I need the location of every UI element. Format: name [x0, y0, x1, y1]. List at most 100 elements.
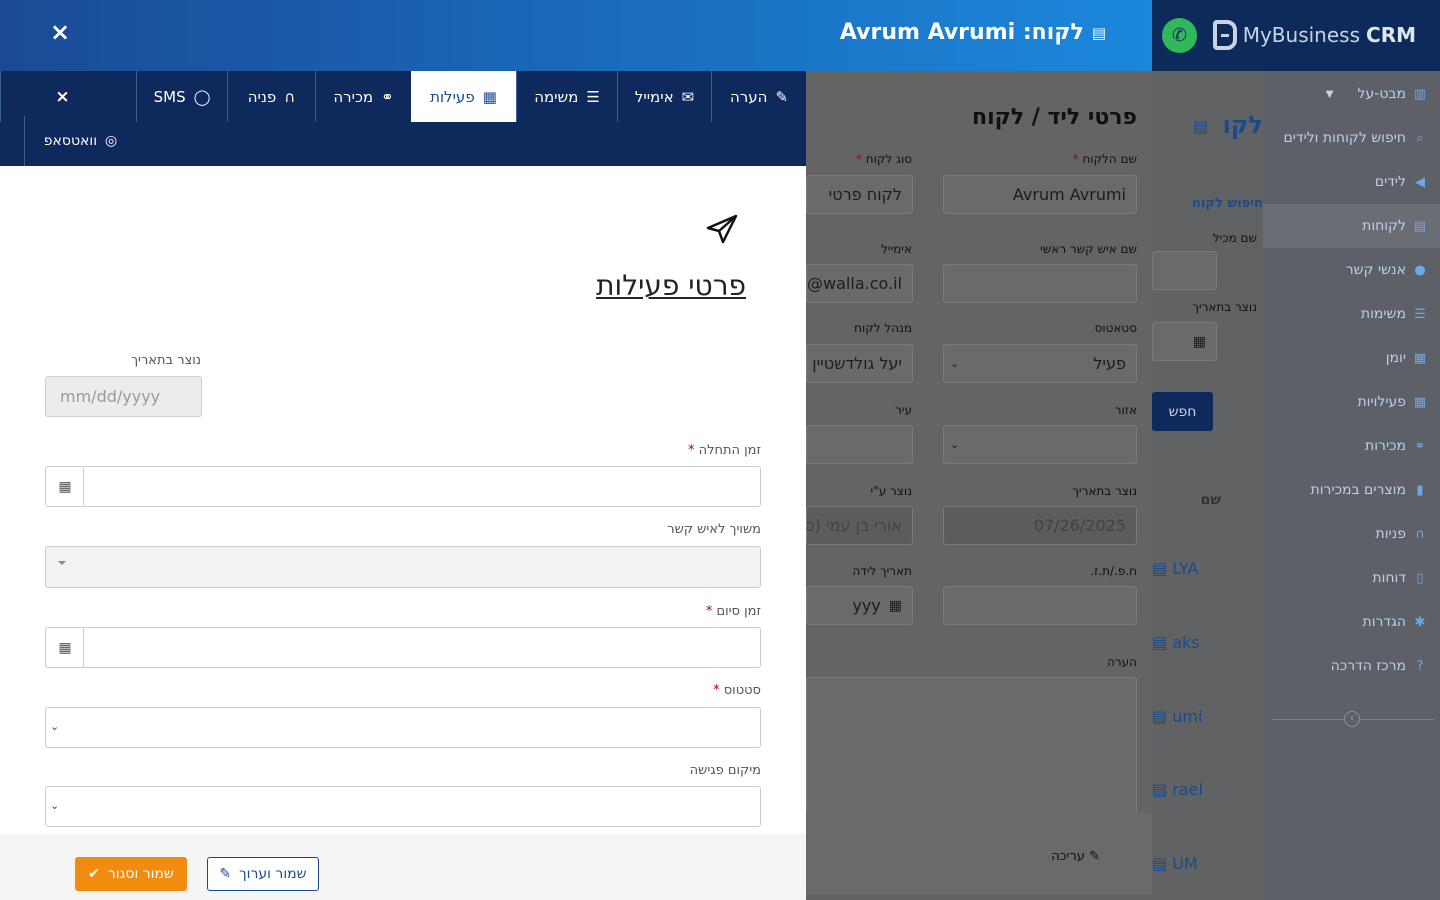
- start-time-input[interactable]: [83, 466, 761, 507]
- question-icon: ?: [1416, 658, 1424, 674]
- bar-chart-icon: ▥: [1413, 86, 1427, 102]
- start-calendar-button[interactable]: ▦: [45, 466, 84, 507]
- building-icon: ▤: [1152, 707, 1168, 726]
- sidebar-item-overview[interactable]: ▥ מבט-על ▼: [1322, 86, 1428, 102]
- main-contact-field[interactable]: [943, 264, 1137, 303]
- edit-link[interactable]: ✎ עריכה: [1051, 849, 1100, 864]
- building-icon: ▤: [1152, 854, 1168, 873]
- tab-note[interactable]: ✎ הערה: [711, 71, 806, 122]
- sidebar-item-activities[interactable]: ▦ פעילויות: [1357, 394, 1428, 410]
- status-select[interactable]: פעיל ⌄: [943, 344, 1137, 383]
- search-date-label: נוצר בתאריך: [1192, 300, 1257, 314]
- list-icon: ☰: [1414, 306, 1426, 322]
- start-time-label: זמן התחלה *: [687, 443, 761, 458]
- end-time-input[interactable]: [83, 627, 761, 668]
- customer-name-label: שם הלקוח *: [1072, 152, 1137, 166]
- tab-task[interactable]: ☰ משימה: [516, 71, 617, 122]
- sidebar-item-contacts[interactable]: ● אנשי קשר: [1346, 262, 1428, 278]
- sidebar-item-tasks[interactable]: ☰ משימות: [1361, 306, 1428, 322]
- table-row[interactable]: LYA ▤: [1152, 559, 1198, 578]
- id-label: ח.פ./ת.ז.: [1090, 564, 1137, 578]
- sidebar-item-label: לידים: [1374, 174, 1406, 190]
- chevron-down-icon: ⌄: [950, 357, 960, 370]
- sidebar-item-customers[interactable]: ▤ לקוחות: [1362, 218, 1428, 234]
- sidebar-item-label: לקוחות: [1362, 218, 1406, 234]
- row-name: UM: [1172, 854, 1198, 873]
- search-name-input[interactable]: [1152, 251, 1217, 290]
- app-logo[interactable]: MyBusiness CRM: [1212, 20, 1416, 50]
- activity-form: פרטי פעילות נוצר בתאריך mm/dd/yyyy זמן ה…: [0, 166, 806, 834]
- calendar-icon: ▦: [888, 597, 902, 614]
- customer-type-field[interactable]: לקוח פרטי: [806, 175, 913, 214]
- building-icon: ▤: [1152, 559, 1168, 578]
- contact-select[interactable]: [45, 546, 761, 588]
- city-field[interactable]: [806, 425, 913, 464]
- activity-panel: ✎ הערה ✉ אימייל ☰ משימה ▦ פעילות ⚭ מכירה…: [0, 71, 806, 900]
- table-row[interactable]: aks ▤: [1152, 633, 1200, 652]
- tab-email[interactable]: ✉ אימייל: [617, 71, 711, 122]
- note-textarea[interactable]: [806, 677, 1137, 817]
- envelope-icon: ✉: [681, 87, 695, 106]
- file-icon: ▯: [1416, 570, 1424, 586]
- sidebar-item-label: הגדרות: [1362, 614, 1406, 630]
- save-edit-button[interactable]: שמור וערוך ✎: [207, 857, 319, 891]
- sidebar-item-settings[interactable]: ✱ הגדרות: [1363, 614, 1428, 630]
- sidebar-item-training[interactable]: ? מרכז הדרכה: [1331, 658, 1428, 674]
- row-name: umi: [1172, 707, 1203, 726]
- sidebar-item-sales[interactable]: ⚭ מכירות: [1365, 438, 1428, 454]
- sidebar-item-reports[interactable]: ▯ דוחות: [1372, 570, 1428, 586]
- search-button[interactable]: חפש: [1152, 392, 1213, 431]
- customer-details-card: פרטי ליד / לקוח שם הלקוח * Avrum Avrumi …: [806, 71, 1152, 895]
- table-row[interactable]: umi ▤: [1152, 707, 1202, 726]
- save-close-button[interactable]: שמור וסגור ✔: [75, 857, 187, 891]
- table-row[interactable]: rael ▤: [1152, 780, 1203, 799]
- id-field[interactable]: [943, 586, 1137, 625]
- created-date-input[interactable]: mm/dd/yyyy: [45, 376, 202, 417]
- status-select[interactable]: ⌄: [45, 707, 761, 748]
- meeting-location-select[interactable]: ⌄: [45, 786, 761, 827]
- main-contact-label: שם איש קשר ראשי: [1040, 242, 1137, 256]
- chevron-down-icon: ⌄: [950, 438, 960, 451]
- building-icon: ▤: [1413, 218, 1427, 234]
- end-time-label: זמן סיום *: [705, 604, 761, 619]
- wrench-icon: ✎: [1089, 849, 1100, 864]
- table-row[interactable]: UM ▤: [1152, 854, 1198, 873]
- tabs-close-button[interactable]: ×: [0, 71, 124, 122]
- manager-field[interactable]: יעל גולדשטיין: [806, 344, 913, 383]
- tab-whatsapp[interactable]: ◎ וואטסאפ: [24, 116, 136, 166]
- whatsapp-icon[interactable]: ✆: [1162, 18, 1197, 53]
- tab-activity[interactable]: ▦ פעילות: [411, 71, 516, 122]
- tab-sale[interactable]: ⚭ מכירה: [315, 71, 411, 122]
- tab-label: משימה: [534, 87, 579, 106]
- city-label: עיר: [895, 403, 912, 417]
- region-select[interactable]: ⌄: [943, 425, 1137, 464]
- sidebar-item-leads[interactable]: ◀ לידים: [1375, 174, 1428, 190]
- caret-down-icon: ▼: [1325, 88, 1334, 100]
- row-name: LYA: [1172, 559, 1199, 578]
- tab-sms[interactable]: ◯ SMS: [136, 71, 227, 122]
- building-icon: ▤: [1193, 117, 1209, 136]
- megaphone-icon: ◀: [1415, 174, 1425, 190]
- chevron-down-icon: ⌄: [50, 799, 60, 812]
- status-label: סטאטוס: [1094, 321, 1137, 335]
- sidebar-item-tickets[interactable]: ∩ פניות: [1376, 526, 1429, 542]
- modal-close-button[interactable]: ×: [50, 18, 70, 46]
- search-date-input[interactable]: ▦: [1152, 322, 1217, 361]
- end-calendar-button[interactable]: ▦: [45, 627, 84, 668]
- tab-ticket[interactable]: ∩ פניה: [227, 71, 315, 122]
- check-icon: ✔: [88, 866, 100, 882]
- chevron-down-icon: ⌄: [50, 720, 60, 733]
- modal-title-text: לקוח: Avrum Avrumi: [839, 20, 1084, 45]
- sidebar-item-label: מוצרים במכירות: [1310, 482, 1406, 498]
- list-icon: ☰: [586, 87, 600, 106]
- sidebar-item-calendar[interactable]: ▦ יומן: [1386, 350, 1428, 366]
- sidebar-item-label: מבט-על: [1357, 86, 1406, 102]
- sidebar-collapse-icon[interactable]: ‹: [1344, 711, 1360, 727]
- sidebar-item-search[interactable]: ⌕ חיפוש לקוחות ולידים: [1284, 130, 1429, 146]
- birth-date-field[interactable]: ▦ yyy: [806, 586, 913, 625]
- sidebar-item-sale-products[interactable]: ▮ מוצרים במכירות: [1311, 482, 1428, 498]
- email-field[interactable]: i@walla.co.il: [806, 264, 913, 303]
- created-date-label: נוצר בתאריך: [1072, 484, 1137, 498]
- customer-name-field[interactable]: Avrum Avrumi: [943, 175, 1137, 214]
- email-label: אימייל: [880, 242, 912, 256]
